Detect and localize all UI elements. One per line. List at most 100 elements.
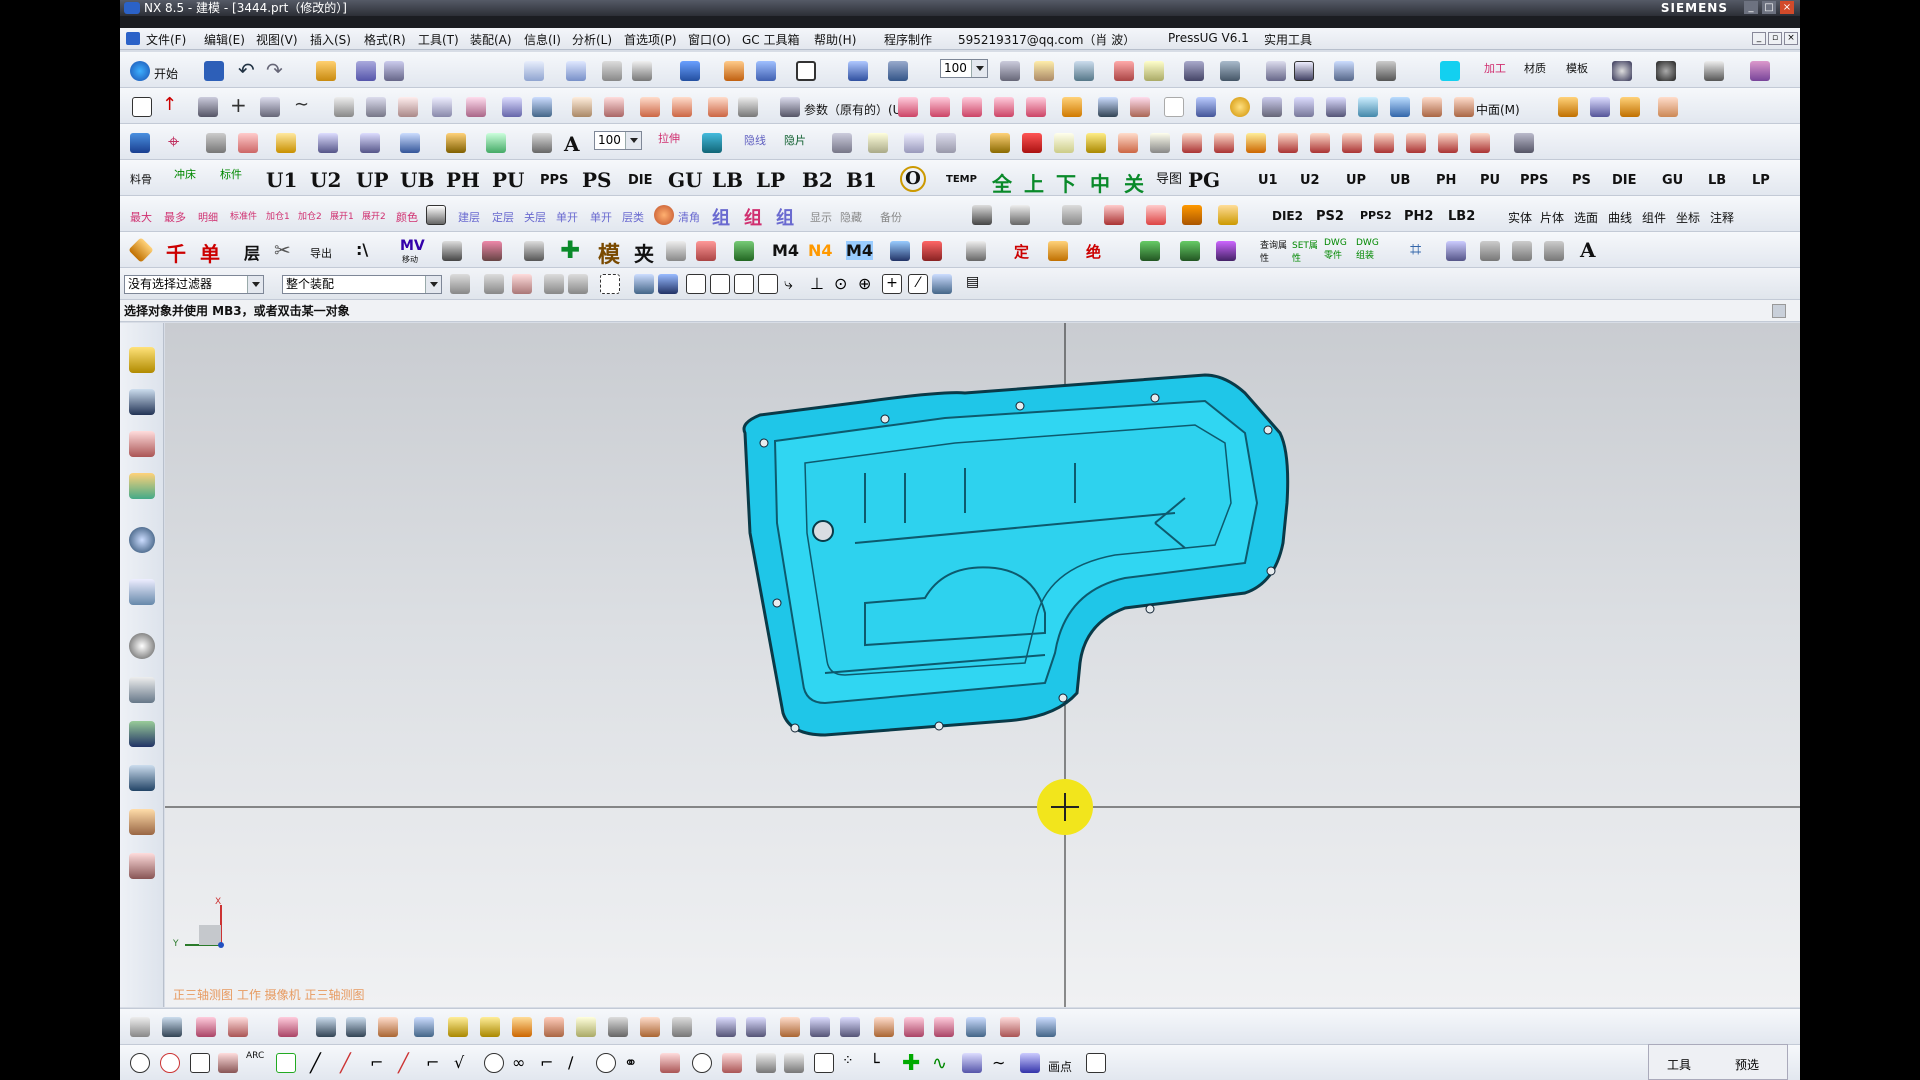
boolean-icon[interactable] — [1098, 97, 1118, 117]
select-feature-icon[interactable] — [484, 274, 504, 294]
trans-icon[interactable] — [318, 133, 338, 153]
sketch-icon[interactable] — [132, 97, 152, 117]
face-icon[interactable] — [898, 97, 918, 117]
bt-cut-icon[interactable] — [544, 1017, 564, 1037]
filter-face[interactable]: 选面 — [1574, 209, 1598, 226]
bt-loft-icon[interactable] — [378, 1017, 398, 1037]
line-icon[interactable] — [260, 97, 280, 117]
bt-pattern-icon[interactable]: ⁘ — [842, 1053, 862, 1073]
cube-icon[interactable] — [400, 133, 420, 153]
bt-ellipse-icon[interactable] — [218, 1053, 238, 1073]
scope-filter-combo[interactable]: 整个装配 — [282, 275, 442, 294]
revolve-icon[interactable] — [366, 97, 386, 117]
redo-icon[interactable]: ↷ — [266, 58, 286, 82]
doc-restore-icon[interactable]: ▫ — [1768, 32, 1782, 45]
bt-edge8-icon[interactable] — [934, 1017, 954, 1037]
close-button[interactable]: 关 — [1124, 168, 1144, 197]
code-b2[interactable]: B2 — [802, 168, 833, 192]
offset-icon[interactable] — [502, 97, 522, 117]
bt-axis-icon[interactable] — [756, 1053, 776, 1073]
snap-point-icon[interactable]: + — [882, 274, 902, 294]
light-icon[interactable] — [1144, 61, 1164, 81]
up-button[interactable]: 上 — [1024, 168, 1044, 197]
frame-icon[interactable] — [904, 133, 924, 153]
down-button[interactable]: 下 — [1056, 168, 1076, 197]
code-o[interactable]: O — [900, 166, 926, 192]
dwg-assy-label[interactable]: DWG组装 — [1356, 238, 1386, 261]
material-icon[interactable] — [724, 61, 744, 81]
annotation-a-icon[interactable]: A — [1580, 238, 1596, 262]
sel-body-icon[interactable] — [634, 274, 654, 294]
code-gu[interactable]: GU — [668, 168, 703, 192]
fillet-icon[interactable] — [640, 97, 660, 117]
bt-edge2-icon[interactable] — [746, 1017, 766, 1037]
btn-max[interactable]: 最大 — [130, 209, 152, 225]
scissors-icon[interactable]: ✂ — [274, 238, 294, 262]
bt-circle3-icon[interactable] — [692, 1053, 712, 1073]
bt-parallel-icon[interactable] — [962, 1053, 982, 1073]
isoparam-icon[interactable] — [738, 97, 758, 117]
join-icon[interactable] — [572, 97, 592, 117]
menu-program[interactable]: 程序制作 — [884, 31, 932, 48]
explode-icon[interactable] — [1334, 61, 1354, 81]
close-icon[interactable]: × — [1780, 1, 1794, 14]
assy-icon[interactable] — [990, 133, 1010, 153]
filter-component[interactable]: 组件 — [1642, 209, 1666, 226]
btn-std[interactable]: 标准件 — [230, 209, 257, 222]
btn-show[interactable]: 显示 — [810, 209, 832, 225]
hidden-line-label[interactable]: 隐线 — [744, 132, 766, 148]
group-btn-2[interactable]: 组 — [744, 204, 762, 230]
box-icon[interactable] — [1196, 97, 1216, 117]
doc-close-icon[interactable]: × — [1784, 32, 1798, 45]
code-lb[interactable]: LB — [712, 168, 743, 192]
cube-star-icon[interactable] — [1118, 133, 1138, 153]
select-icon[interactable] — [1294, 61, 1314, 81]
font-size-combo[interactable]: 100 — [594, 131, 642, 150]
snap-quadrant-icon[interactable]: ⊕ — [858, 274, 878, 294]
menu-tools[interactable]: 工具(T) — [418, 31, 459, 48]
clean-icon[interactable] — [654, 205, 674, 225]
bt-face-icon[interactable] — [278, 1017, 298, 1037]
btn-layer-class[interactable]: 层类 — [622, 209, 644, 225]
menu-analysis[interactable]: 分析(L) — [572, 31, 612, 48]
auto-red-icon[interactable] — [922, 241, 942, 261]
bridge-icon[interactable] — [708, 97, 728, 117]
divide-icon[interactable] — [604, 97, 624, 117]
fit-icon[interactable] — [524, 61, 544, 81]
green-tool-icon[interactable] — [734, 241, 754, 261]
menu-utilities[interactable]: 实用工具 — [1264, 31, 1312, 48]
bt-tangent-icon[interactable]: ∕ — [568, 1053, 588, 1073]
blade-icon[interactable] — [666, 241, 686, 261]
part-navigator-icon[interactable] — [129, 431, 155, 457]
blend-icon[interactable] — [466, 97, 486, 117]
material-label[interactable]: 材质 — [1524, 60, 1546, 76]
undo-icon[interactable]: ↶ — [238, 58, 258, 82]
snap-angle-icon[interactable]: ⁄ — [908, 274, 928, 294]
bt-edge5-icon[interactable] — [840, 1017, 860, 1037]
group-btn-3[interactable]: 组 — [776, 204, 794, 230]
cube-face-icon[interactable] — [1278, 133, 1298, 153]
cube-red-icon[interactable] — [1182, 133, 1202, 153]
bt-fillet-icon[interactable]: ⌐ — [370, 1053, 390, 1073]
tool-icon[interactable] — [1010, 205, 1030, 225]
bt-polygon-icon[interactable] — [190, 1053, 210, 1073]
tool-dan[interactable]: 单 — [200, 238, 220, 267]
menu-insert[interactable]: 插入(S) — [310, 31, 351, 48]
sel-face-icon[interactable] — [658, 274, 678, 294]
maximize-icon[interactable]: □ — [1762, 1, 1776, 14]
hang-icon[interactable] — [966, 241, 986, 261]
zoom-icon[interactable] — [566, 61, 586, 81]
draft-icon[interactable] — [1422, 97, 1442, 117]
bt-layer2-icon[interactable] — [480, 1017, 500, 1037]
snap-settings-icon[interactable] — [932, 274, 952, 294]
red-block-icon[interactable] — [696, 241, 716, 261]
user-tool-icon[interactable] — [1658, 97, 1678, 117]
select-move-icon[interactable] — [544, 274, 564, 294]
code-ub[interactable]: UB — [400, 168, 434, 192]
cube-bot-icon[interactable] — [1406, 133, 1426, 153]
menu-gc-toolbox[interactable]: GC 工具箱 — [742, 31, 800, 48]
cam-label[interactable]: 加工 — [1484, 60, 1506, 76]
assembly-navigator-icon[interactable] — [129, 347, 155, 373]
r-code-pps[interactable]: PPS — [1520, 173, 1548, 188]
snap-perp-icon[interactable]: ⊥ — [810, 274, 830, 294]
